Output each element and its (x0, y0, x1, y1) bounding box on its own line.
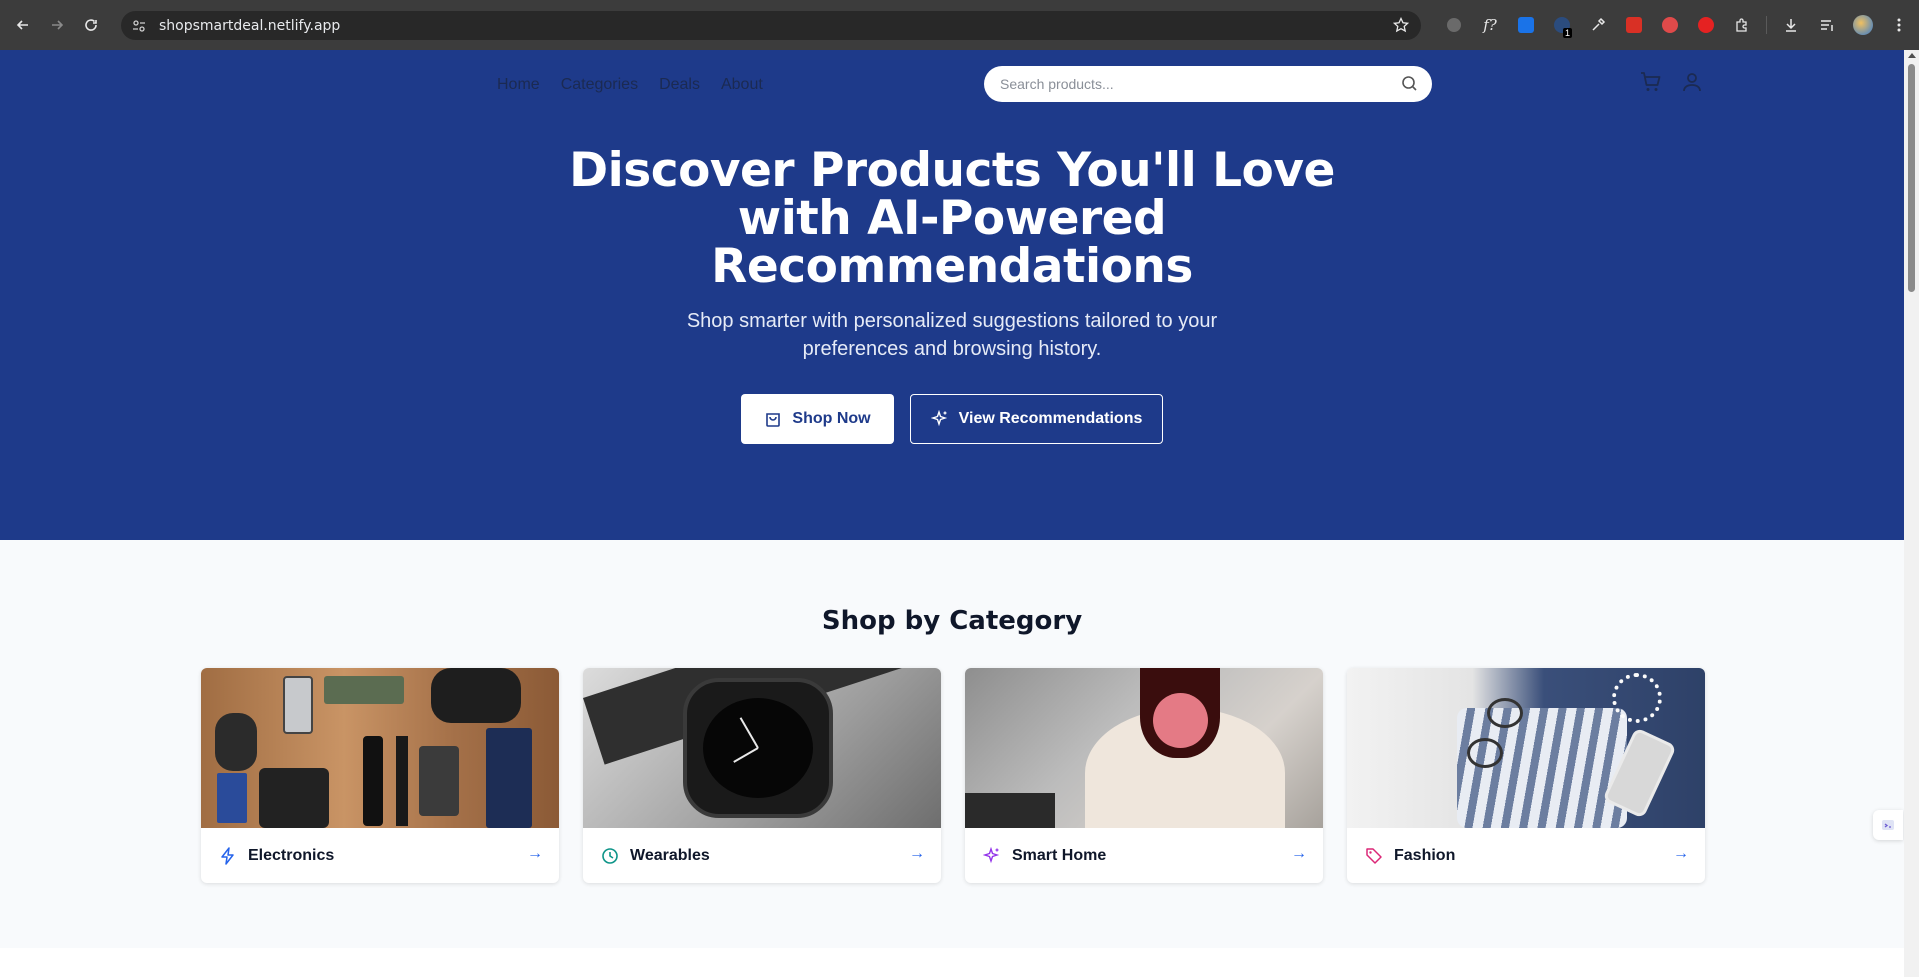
arrow-right-icon: → (1291, 845, 1307, 862)
scrollbar-thumb[interactable] (1908, 64, 1915, 292)
browser-toolbar: shopsmartdeal.netlify.app f? 1 (0, 0, 1919, 50)
back-button[interactable] (9, 11, 37, 39)
sparkles-icon (982, 846, 1002, 866)
smart-home-footer: Smart Home → (965, 828, 1323, 883)
nav-link-categories[interactable]: Categories (561, 76, 638, 94)
category-label-wearables: Wearables (630, 846, 710, 864)
hero-title: Discover Products You'll Love with AI-Po… (569, 143, 1335, 294)
profile-avatar[interactable] (1845, 12, 1881, 38)
nav-link-deals[interactable]: Deals (659, 76, 700, 94)
fashion-footer: Fashion → (1347, 828, 1705, 883)
category-card-wearables[interactable]: Wearables → (583, 668, 941, 883)
shop-now-button[interactable]: Shop Now (741, 394, 894, 444)
shop-now-label: Shop Now (792, 410, 871, 427)
reload-icon (85, 19, 97, 31)
lightning-icon (218, 846, 238, 866)
extension-red-drop-icon[interactable] (1688, 12, 1724, 38)
extension-red-play-icon[interactable] (1616, 12, 1652, 38)
category-section-title: Shop by Category (821, 606, 1083, 636)
extensions-puzzle-icon[interactable] (1724, 12, 1760, 38)
page-scrollbar[interactable] (1904, 50, 1919, 977)
search-input[interactable] (1000, 76, 1380, 92)
floating-widget-button[interactable] (1873, 810, 1903, 840)
category-label-smart-home: Smart Home (1012, 846, 1107, 864)
tag-icon (1364, 846, 1384, 866)
sparkles-icon (930, 410, 947, 427)
forward-button[interactable] (43, 11, 71, 39)
scroll-up-arrow[interactable] (1908, 53, 1916, 58)
search-icon[interactable] (1401, 75, 1418, 97)
extension-puzzle-dark-icon[interactable] (1436, 12, 1472, 38)
next-section (0, 948, 1904, 977)
reading-list-icon[interactable] (1809, 12, 1845, 38)
extension-eyedropper-icon[interactable] (1580, 12, 1616, 38)
shopping-bag-icon (766, 413, 781, 427)
forward-arrow-icon (52, 20, 64, 30)
view-recommendations-label: View Recommendations (958, 410, 1143, 427)
nav-link-about[interactable]: About (721, 76, 763, 94)
reload-button[interactable] (77, 11, 105, 39)
webpage: Home Categories Deals About Discover Pro… (0, 50, 1904, 977)
extensions-bar: f? 1 (1436, 12, 1917, 38)
electronics-footer: Electronics → (201, 828, 559, 883)
hero-subtitle: Shop smarter with personalized suggestio… (686, 310, 1218, 360)
view-recommendations-button[interactable]: View Recommendations (910, 394, 1163, 444)
arrow-right-icon: → (1673, 845, 1689, 862)
category-card-electronics[interactable]: Electronics → (201, 668, 559, 883)
arrow-right-icon: → (909, 845, 925, 862)
widget-icon (1882, 820, 1894, 830)
address-bar[interactable]: shopsmartdeal.netlify.app (121, 11, 1421, 40)
extension-badge-icon[interactable]: 1 (1544, 12, 1580, 38)
category-label-electronics: Electronics (248, 846, 335, 864)
extension-badge-count: 1 (1562, 28, 1572, 38)
back-arrow-icon (16, 20, 28, 30)
browser-menu-icon[interactable] (1881, 12, 1917, 38)
download-icon[interactable] (1773, 12, 1809, 38)
extension-mail-icon[interactable] (1508, 12, 1544, 38)
search-bar (984, 66, 1432, 102)
extension-red-circle-icon[interactable] (1652, 12, 1688, 38)
category-card-fashion[interactable]: Fashion → (1347, 668, 1705, 883)
toolbar-separator (1766, 16, 1767, 34)
clock-icon (600, 846, 620, 866)
url-text: shopsmartdeal.netlify.app (159, 17, 341, 34)
site-settings-icon[interactable] (131, 18, 147, 34)
wearables-image (583, 668, 941, 828)
category-card-smart-home[interactable]: Smart Home → (965, 668, 1323, 883)
fashion-image (1347, 668, 1705, 828)
hero-section: Home Categories Deals About Discover Pro… (0, 50, 1904, 540)
smart-home-image (965, 668, 1323, 828)
main-nav: Home Categories Deals About (497, 76, 763, 94)
category-label-fashion: Fashion (1394, 846, 1456, 864)
bookmark-star-icon[interactable] (1392, 16, 1410, 38)
wearables-footer: Wearables → (583, 828, 941, 883)
cart-icon[interactable] (1639, 70, 1663, 99)
arrow-right-icon: → (527, 845, 543, 862)
category-cards: Electronics → Wearables → Smart Home → F… (201, 668, 1705, 883)
extension-font-icon[interactable]: f? (1472, 12, 1508, 38)
user-icon[interactable] (1680, 70, 1704, 99)
electronics-image (201, 668, 559, 828)
nav-link-home[interactable]: Home (497, 76, 540, 94)
